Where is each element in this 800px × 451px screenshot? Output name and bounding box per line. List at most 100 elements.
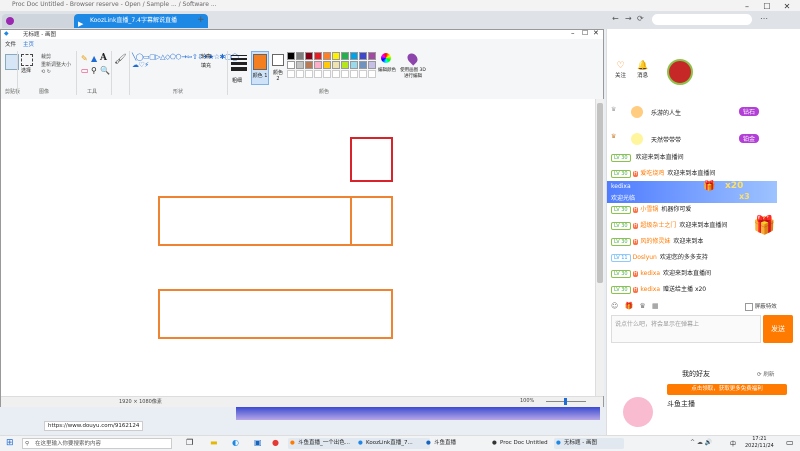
crown-tool-icon[interactable]: ♛ — [640, 302, 646, 310]
palette-swatch[interactable] — [359, 61, 367, 69]
color1-button[interactable]: 颜色 1 — [251, 51, 269, 85]
vertical-scrollbar[interactable] — [595, 99, 604, 396]
palette-swatch[interactable] — [323, 61, 331, 69]
palette-swatch[interactable] — [368, 52, 376, 60]
select-icon[interactable] — [21, 54, 33, 66]
refresh-icon[interactable]: ⟳ — [637, 14, 644, 23]
chat-user[interactable]: 风的修灵妹 — [640, 238, 670, 245]
pencil-icon[interactable]: ✎ — [81, 54, 88, 63]
resize-button[interactable]: 重新调整大小 — [41, 61, 71, 68]
danmu-toggle[interactable]: 屏蔽特效 — [745, 302, 777, 311]
app-icon[interactable]: ● — [272, 438, 279, 447]
friend-avatar[interactable] — [623, 397, 653, 427]
palette-swatch[interactable] — [341, 52, 349, 60]
store-icon[interactable]: ▣ — [254, 438, 262, 447]
rotate-button[interactable]: ⟲ ↻ — [41, 69, 51, 75]
eraser-icon[interactable]: ▭ — [81, 66, 89, 75]
menu-file[interactable]: 文件 — [5, 40, 16, 48]
menu-home[interactable]: 主页 — [23, 40, 34, 48]
windows-start-icon[interactable]: ⊞ — [6, 438, 14, 448]
avatar[interactable] — [667, 59, 693, 85]
taskbar-search[interactable]: ⚲ 在这里输入你要搜索的内容 — [22, 438, 172, 449]
palette-empty-swatch[interactable] — [341, 70, 349, 78]
chat-user[interactable]: 小雪锅 — [640, 206, 658, 213]
palette-empty-swatch[interactable] — [350, 70, 358, 78]
forward-icon[interactable]: → — [625, 14, 632, 23]
palette-swatch[interactable] — [314, 52, 322, 60]
palette-swatch[interactable] — [296, 52, 304, 60]
outline-button[interactable]: 轮廓 — [201, 53, 211, 60]
messages-button[interactable]: 🔔 消息 — [637, 61, 648, 79]
system-tray-icons[interactable]: ^ ☁ 🔊 — [690, 439, 712, 446]
palette-empty-swatch[interactable] — [296, 70, 304, 78]
magnifier-icon[interactable]: 🔍 — [100, 66, 110, 75]
palette-empty-swatch[interactable] — [359, 70, 367, 78]
explorer-icon[interactable]: ▬ — [210, 438, 218, 447]
ime-indicator[interactable]: 中 — [730, 439, 736, 448]
palette-swatch[interactable] — [368, 61, 376, 69]
chat-user[interactable]: 爱吃烧鸡 — [640, 170, 664, 177]
taskbar-app-2[interactable]: ● 斗鱼直播 — [424, 438, 494, 449]
palette-empty-swatch[interactable] — [368, 70, 376, 78]
paint3d-icon[interactable] — [405, 51, 420, 66]
treasure-chest-icon[interactable]: 🎁 — [753, 215, 775, 236]
canvas[interactable] — [1, 99, 597, 396]
palette-swatch[interactable] — [287, 52, 295, 60]
edge-icon[interactable]: ◐ — [232, 438, 239, 447]
taskbar-app-4[interactable]: ● 无标题 - 画图 — [554, 438, 624, 449]
edit-colors-icon[interactable] — [381, 53, 391, 63]
chat-user[interactable]: kedixa — [640, 286, 660, 293]
chat-user[interactable]: 超级杂士之门 — [640, 222, 676, 229]
tab-1[interactable]: ▶ KoozLink直播_7.4字幕解说直播 — [74, 14, 208, 28]
taskbar-app-1[interactable]: ● KoozLink直播_7... — [356, 438, 430, 449]
paint-minimize-button[interactable]: – — [571, 29, 575, 37]
palette-swatch[interactable] — [341, 61, 349, 69]
chat-user[interactable]: kedixa — [640, 270, 660, 277]
palette-empty-swatch[interactable] — [287, 70, 295, 78]
scroll-thumb[interactable] — [597, 103, 603, 283]
text-icon[interactable]: A — [100, 53, 107, 63]
palette-swatch[interactable] — [296, 61, 304, 69]
fill-icon[interactable]: ▲ — [91, 54, 97, 63]
shapes-gallery[interactable]: ╲◯▭▢▷△◇⬠⬡→⇦⇧⇩✦★☆✱▢◯☁♡⚡ — [132, 53, 239, 83]
clock[interactable]: 17:21 2022/11/24 — [745, 436, 774, 450]
friend-name[interactable]: 斗鱼主播 — [667, 399, 695, 409]
grid-icon[interactable]: ▦ — [652, 302, 659, 310]
taskbar-app-0[interactable]: ● 斗鱼直播_一个出色... — [288, 438, 362, 449]
palette-swatch[interactable] — [350, 61, 358, 69]
size-icon[interactable] — [231, 53, 247, 73]
new-tab-button[interactable]: + — [197, 15, 205, 25]
palette-swatch[interactable] — [332, 52, 340, 60]
palette-swatch[interactable] — [350, 52, 358, 60]
checkbox-icon[interactable] — [745, 302, 753, 311]
chat-user[interactable]: Doslyun — [633, 254, 657, 261]
palette-swatch[interactable] — [359, 52, 367, 60]
palette-swatch[interactable] — [287, 61, 295, 69]
taskbar-app-3[interactable]: ● Proc Doc Untitled — [490, 438, 560, 449]
promo-banner[interactable]: 点击领取，获取更多免费福利 — [667, 384, 787, 395]
color2-button[interactable]: 颜色 2 — [271, 51, 285, 85]
follow-button[interactable]: ♡ 关注 — [615, 61, 626, 79]
paint-close-button[interactable]: ✕ — [593, 29, 599, 37]
palette-swatch[interactable] — [305, 52, 313, 60]
crop-button[interactable]: 裁剪 — [41, 53, 51, 60]
color-picker-icon[interactable]: ⚲ — [91, 66, 97, 75]
emoji-icon[interactable]: ☺ — [611, 302, 618, 310]
gift-tool-icon[interactable]: 🎁 — [625, 302, 634, 310]
palette-empty-swatch[interactable] — [314, 70, 322, 78]
refresh-button[interactable]: ⟳ 刷新 — [757, 370, 774, 378]
palette-empty-swatch[interactable] — [305, 70, 313, 78]
palette-swatch[interactable] — [314, 61, 322, 69]
palette-swatch[interactable] — [332, 61, 340, 69]
palette-empty-swatch[interactable] — [323, 70, 331, 78]
palette-swatch[interactable] — [305, 61, 313, 69]
back-icon[interactable]: ← — [612, 14, 619, 23]
notification-icon[interactable]: ▭ — [786, 438, 794, 447]
address-bar[interactable] — [652, 14, 752, 25]
extensions-icon[interactable]: ⋯ — [760, 14, 768, 23]
task-view-icon[interactable]: ❐ — [186, 438, 193, 447]
zoom-slider-thumb[interactable] — [564, 398, 567, 405]
zoom-slider[interactable] — [546, 398, 586, 405]
paint-maximize-button[interactable]: ☐ — [582, 29, 588, 37]
palette-swatch[interactable] — [323, 52, 331, 60]
